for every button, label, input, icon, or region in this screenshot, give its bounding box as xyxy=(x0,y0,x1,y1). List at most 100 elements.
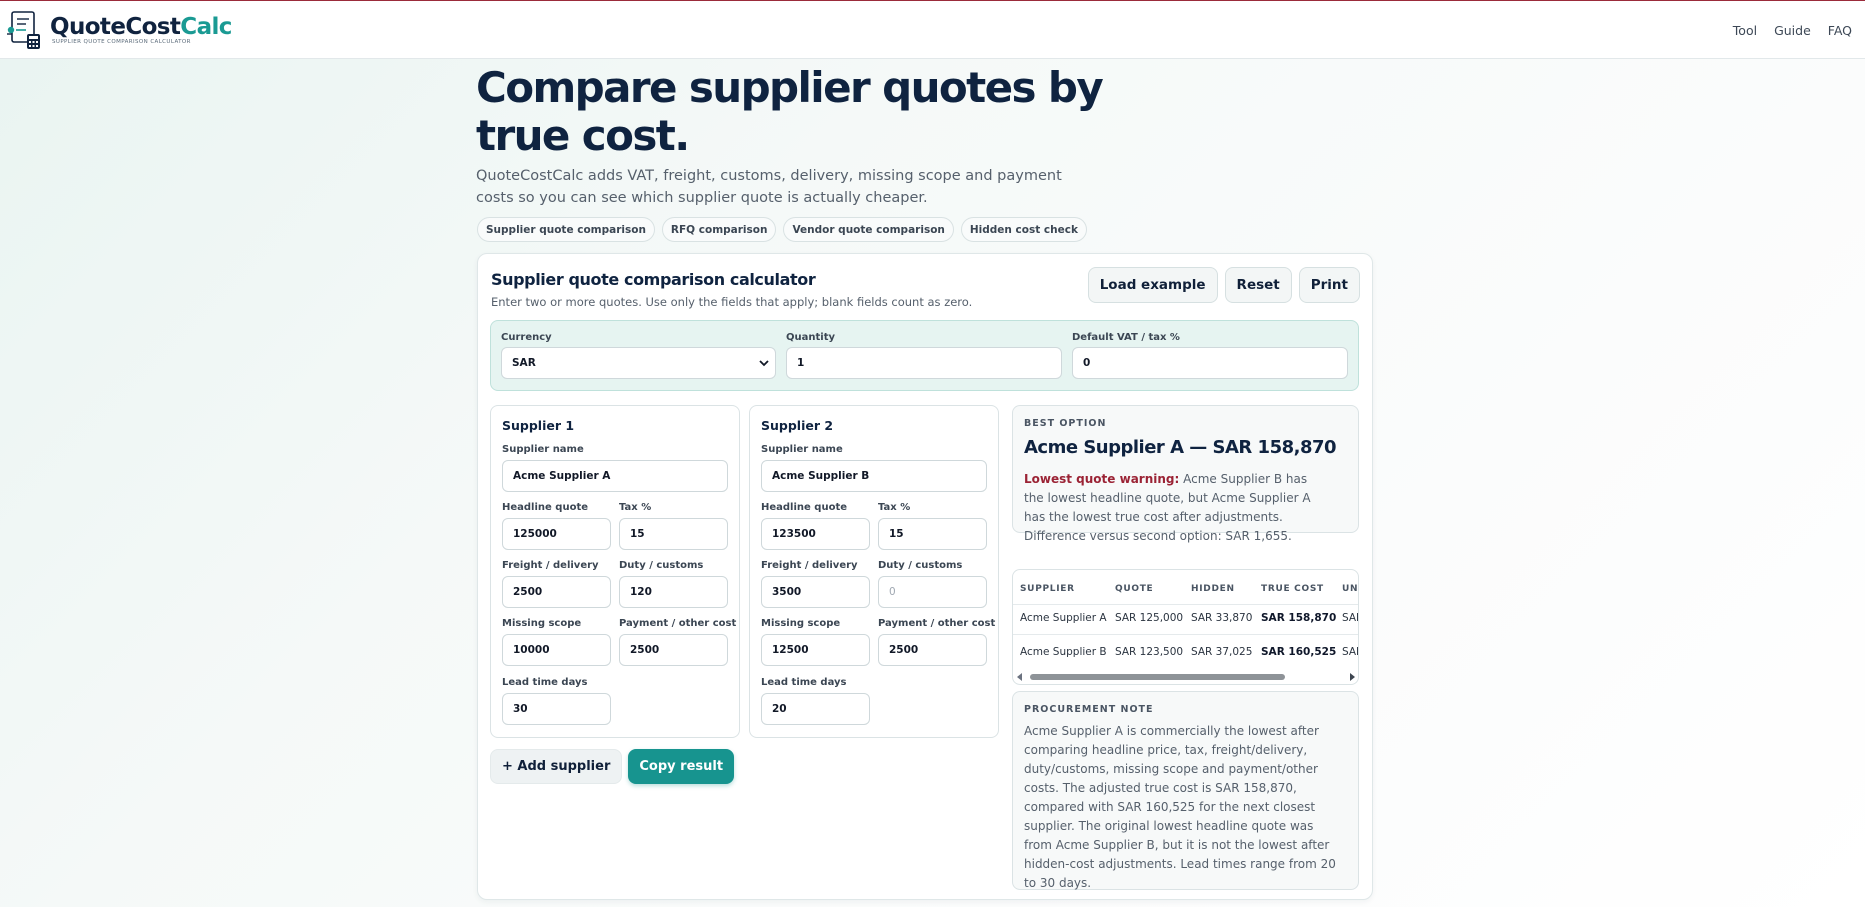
supplier-card-1: Supplier 1 Supplier name Acme Supplier A… xyxy=(490,405,740,738)
quantity-input[interactable]: 1 xyxy=(786,347,1062,379)
currency-label: Currency xyxy=(501,332,552,343)
table-divider xyxy=(1013,634,1358,635)
chip-vendor-quote-comparison[interactable]: Vendor quote comparison xyxy=(783,217,954,242)
quantity-label: Quantity xyxy=(786,332,835,343)
table-cell: SAR 123,500 xyxy=(1115,646,1184,658)
hero-title: Compare supplier quotes by true cost. xyxy=(476,63,1104,160)
supplier-1-lead-time-value: 30 xyxy=(513,703,528,715)
calculator-title: Supplier quote comparison calculator xyxy=(491,270,816,289)
table-cell: SAR xyxy=(1342,646,1358,658)
default-vat-input[interactable]: 0 xyxy=(1072,347,1348,379)
procurement-note-panel: PROCUREMENT NOTE Acme Supplier A is comm… xyxy=(1012,691,1359,890)
supplier-2-lead-time-value: 20 xyxy=(772,703,787,715)
copy-result-button[interactable]: Copy result xyxy=(628,749,735,784)
freight-label: Freight / delivery xyxy=(502,560,599,571)
table-cell: SAR 125,000 xyxy=(1115,612,1184,624)
payment-cost-label: Payment / other cost xyxy=(878,618,996,629)
tax-label: Tax % xyxy=(619,502,652,513)
supplier-2-tax-value: 15 xyxy=(889,528,904,540)
supplier-2-missing-scope-value: 12500 xyxy=(772,644,809,656)
chip-supplier-quote-comparison[interactable]: Supplier quote comparison xyxy=(477,217,655,242)
default-vat-label: Default VAT / tax % xyxy=(1072,332,1180,343)
print-button[interactable]: Print xyxy=(1298,267,1360,303)
headline-quote-label: Headline quote xyxy=(761,502,848,513)
load-example-button[interactable]: Load example xyxy=(1087,267,1218,303)
supplier-card-2: Supplier 2 Supplier name Acme Supplier B… xyxy=(749,405,999,738)
calculator-card: Supplier quote comparison calculator Ent… xyxy=(477,253,1373,900)
table-header-hidden: HIDDEN xyxy=(1191,584,1235,594)
supplier-2-name-value: Acme Supplier B xyxy=(772,470,870,482)
results-table: SUPPLIER QUOTE HIDDEN TRUE COST UNI Acme… xyxy=(1012,569,1359,685)
global-settings-panel: Currency SAR Quantity 1 Default VAT / ta… xyxy=(490,320,1359,391)
supplier-1-name-value: Acme Supplier A xyxy=(513,470,611,482)
supplier-1-tax-input[interactable]: 15 xyxy=(619,518,728,550)
warning-label: Lowest quote warning: xyxy=(1024,472,1180,486)
default-vat-input-value: 0 xyxy=(1083,357,1091,369)
missing-scope-label: Missing scope xyxy=(761,618,841,629)
supplier-2-headline-input[interactable]: 123500 xyxy=(761,518,870,550)
calculator-subtitle: Enter two or more quotes. Use only the f… xyxy=(491,295,973,309)
supplier-name-label: Supplier name xyxy=(502,444,584,455)
brand-name[interactable]: QuoteCostCalc xyxy=(50,14,232,40)
supplier-2-duty-input[interactable]: 0 xyxy=(878,576,987,608)
chevron-down-icon xyxy=(759,360,769,367)
site-header: QuoteCostCalc SUPPLIER QUOTE COMPARISON … xyxy=(0,1,1865,59)
nav-link-tool[interactable]: Tool xyxy=(1733,23,1757,38)
supplier-2-missing-scope-input[interactable]: 12500 xyxy=(761,634,870,666)
supplier-2-lead-time-input[interactable]: 20 xyxy=(761,693,870,725)
nav-link-guide[interactable]: Guide xyxy=(1774,23,1811,38)
supplier-actions: + Add supplier Copy result xyxy=(490,749,735,784)
table-header-quote: QUOTE xyxy=(1115,584,1154,594)
scroll-right-icon[interactable] xyxy=(1348,673,1356,681)
table-cell: SAR xyxy=(1342,612,1358,624)
supplier-2-payment-value: 2500 xyxy=(889,644,919,656)
supplier-2-tax-input[interactable]: 15 xyxy=(878,518,987,550)
headline-quote-label: Headline quote xyxy=(502,502,589,513)
brand-tagline: SUPPLIER QUOTE COMPARISON CALCULATOR xyxy=(52,39,191,45)
supplier-1-missing-scope-input[interactable]: 10000 xyxy=(502,634,611,666)
hero-subtitle: QuoteCostCalc adds VAT, freight, customs… xyxy=(476,168,1062,206)
duty-label: Duty / customs xyxy=(878,560,963,571)
add-supplier-button[interactable]: + Add supplier xyxy=(490,749,623,784)
procurement-note-text: Acme Supplier A is commercially the lowe… xyxy=(1024,724,1336,890)
freight-label: Freight / delivery xyxy=(761,560,858,571)
supplier-1-freight-input[interactable]: 2500 xyxy=(502,576,611,608)
supplier-name-label: Supplier name xyxy=(761,444,843,455)
scroll-thumb[interactable] xyxy=(1030,674,1285,680)
best-option-panel: BEST OPTION Acme Supplier A — SAR 158,87… xyxy=(1012,405,1359,543)
supplier-1-name-input[interactable]: Acme Supplier A xyxy=(502,460,728,492)
tax-label: Tax % xyxy=(878,502,911,513)
currency-select[interactable]: SAR xyxy=(501,347,776,379)
scroll-left-icon[interactable] xyxy=(1016,673,1024,681)
supplier-1-freight-value: 2500 xyxy=(513,586,543,598)
calculator-logo-icon xyxy=(7,11,40,49)
supplier-2-name-input[interactable]: Acme Supplier B xyxy=(761,460,987,492)
table-cell: SAR 158,870 xyxy=(1261,612,1337,624)
supplier-2-payment-input[interactable]: 2500 xyxy=(878,634,987,666)
supplier-1-tax-value: 15 xyxy=(630,528,645,540)
missing-scope-label: Missing scope xyxy=(502,618,582,629)
table-cell: Acme Supplier B xyxy=(1020,646,1107,658)
best-option-title: Acme Supplier A — SAR 158,870 xyxy=(1024,437,1337,458)
supplier-1-duty-value: 120 xyxy=(630,586,652,598)
reset-button[interactable]: Reset xyxy=(1224,267,1292,303)
table-horizontal-scrollbar[interactable] xyxy=(1013,668,1358,684)
supplier-2-freight-input[interactable]: 3500 xyxy=(761,576,870,608)
supplier-1-payment-input[interactable]: 2500 xyxy=(619,634,728,666)
brand-name-main: QuoteCost xyxy=(50,14,181,40)
nav-link-faq[interactable]: FAQ xyxy=(1828,23,1852,38)
table-header-supplier: SUPPLIER xyxy=(1020,584,1075,594)
supplier-1-duty-input[interactable]: 120 xyxy=(619,576,728,608)
chip-hidden-cost-check[interactable]: Hidden cost check xyxy=(960,217,1087,242)
currency-select-value: SAR xyxy=(512,357,536,369)
supplier-1-headline-input[interactable]: 125000 xyxy=(502,518,611,550)
chip-rfq-comparison[interactable]: RFQ comparison xyxy=(661,217,777,242)
brand-name-accent: Calc xyxy=(180,14,232,40)
supplier-1-lead-time-input[interactable]: 30 xyxy=(502,693,611,725)
keyword-chips: Supplier quote comparison RFQ comparison… xyxy=(477,217,1087,242)
lowest-quote-warning: Lowest quote warning: Acme Supplier B ha… xyxy=(1024,470,1314,546)
table-header-true-cost: TRUE COST xyxy=(1261,584,1324,594)
calculator-actions: Load example Reset Print xyxy=(1087,267,1360,303)
supplier-2-duty-placeholder: 0 xyxy=(889,586,896,598)
table-cell: Acme Supplier A xyxy=(1020,612,1107,624)
